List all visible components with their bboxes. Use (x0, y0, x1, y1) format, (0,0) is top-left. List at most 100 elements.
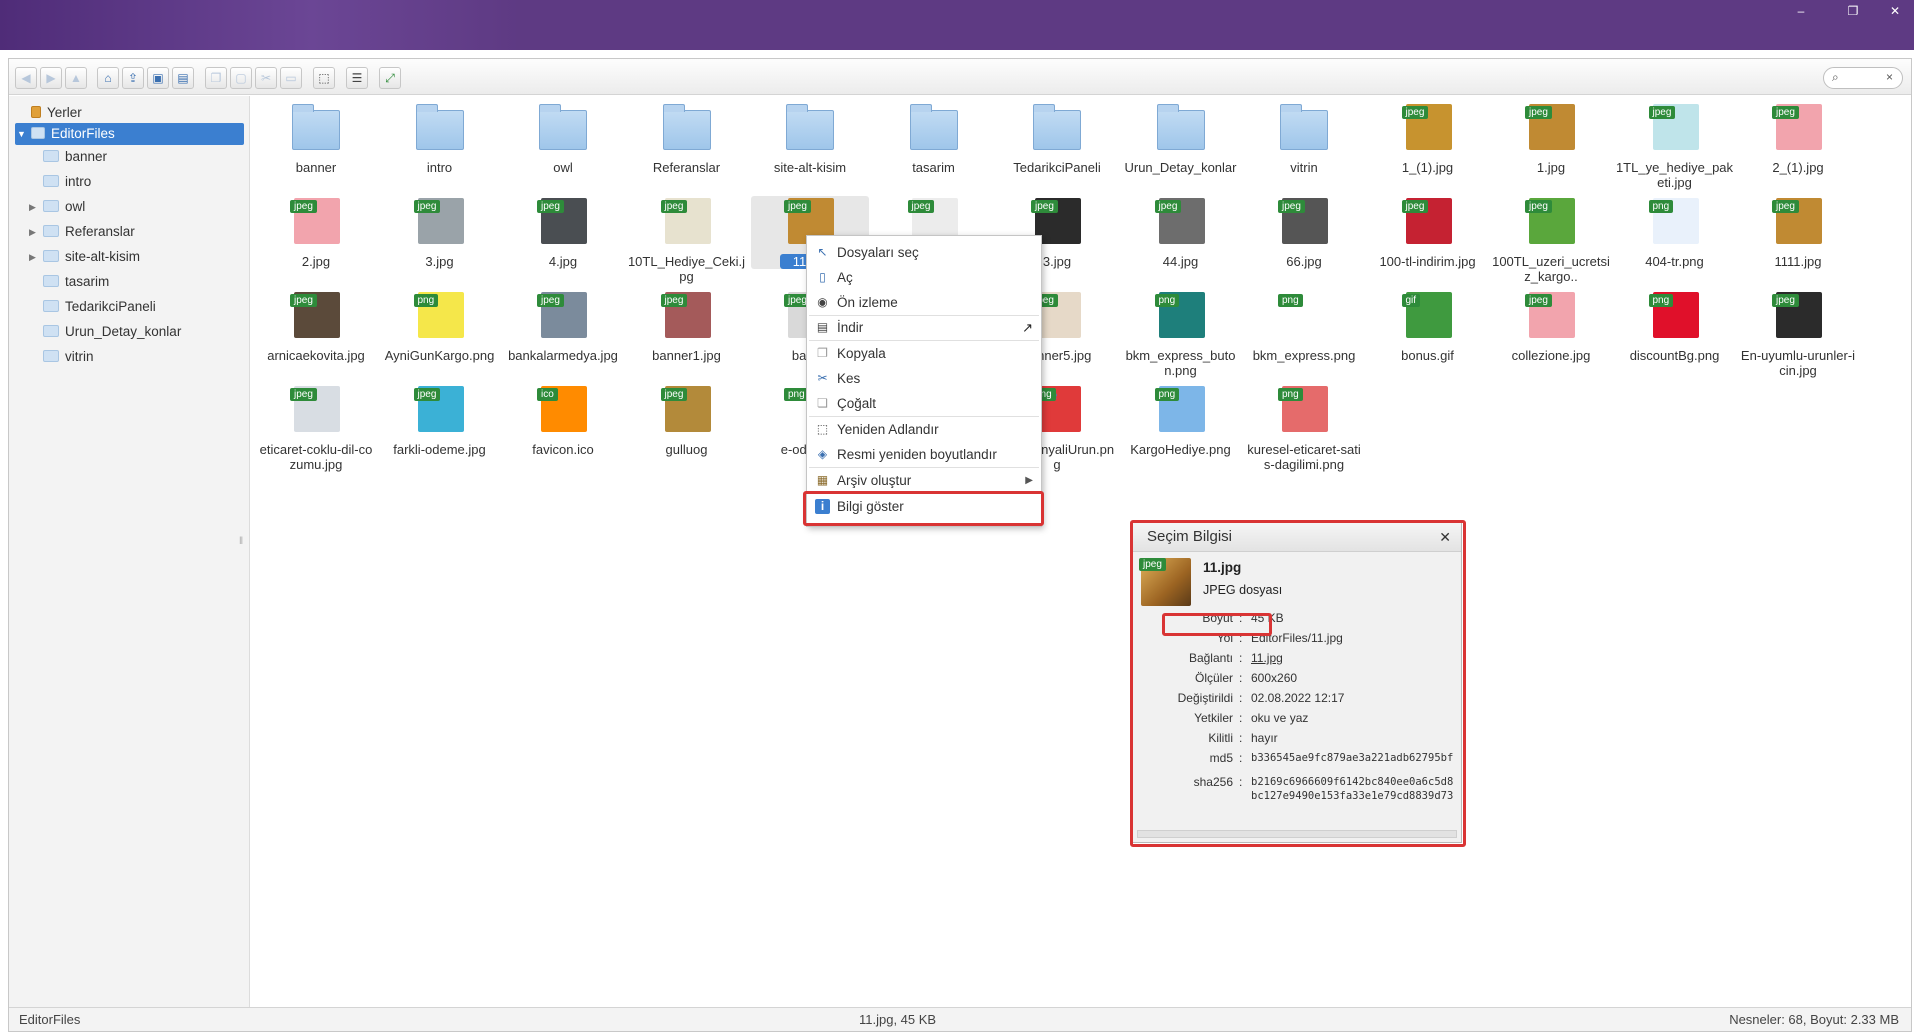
menu-item-rename[interactable]: ⬚ Yeniden Adlandır (807, 417, 1041, 442)
file-item[interactable]: jpeg collezione.jpg (1492, 290, 1610, 363)
file-item[interactable]: jpeg 10TL_Hediye_Ceki.jpg (628, 196, 746, 284)
tree-item-tedarikcipaneli[interactable]: TedarikciPaneli (43, 296, 156, 318)
forward-icon[interactable]: ▶ (40, 67, 62, 89)
splitter-handle[interactable]: ‖ (239, 536, 243, 547)
file-type-tag: jpeg (290, 200, 317, 213)
expand-icon[interactable]: ▶ (29, 246, 36, 268)
tree-item-owl[interactable]: ▶ owl (29, 196, 85, 218)
file-item[interactable]: png kuresel-eticaret-satis-dagilimi.png (1245, 384, 1363, 472)
file-item[interactable]: png discountBg.png (1616, 290, 1734, 363)
file-name-label: site-alt-kisim (773, 160, 847, 175)
tree-item-vitrin[interactable]: vitrin (43, 346, 94, 368)
file-item[interactable]: jpeg arnicaekovita.jpg (257, 290, 375, 363)
folder-item[interactable]: TedarikciPaneli (998, 102, 1116, 175)
copy-icon[interactable]: ❐ (205, 67, 227, 89)
file-item[interactable]: jpeg 3.jpg (381, 196, 499, 269)
tree-item-site-alt-kisim[interactable]: ▶ site-alt-kisim (29, 246, 140, 268)
file-item[interactable]: jpeg farkli-odeme.jpg (381, 384, 499, 457)
list-view-icon[interactable]: ☰ (346, 67, 368, 89)
tree-item-urun_detay_konlar[interactable]: Urun_Detay_konlar (43, 321, 181, 343)
file-item[interactable]: jpeg 1TL_ye_hediye_paketi.jpg (1616, 102, 1734, 190)
save-all-icon[interactable]: ▤ (172, 67, 194, 89)
folder-item[interactable]: tasarim (875, 102, 993, 175)
folder-item[interactable]: owl (504, 102, 622, 175)
file-item[interactable]: jpeg bankalarmedya.jpg (504, 290, 622, 363)
file-type-tag: jpeg (537, 200, 564, 213)
save-icon[interactable]: ▣ (147, 67, 169, 89)
file-item[interactable]: png KargoHediye.png (1122, 384, 1240, 457)
file-item[interactable]: jpeg 2.jpg (257, 196, 375, 269)
navigation-tree: Yerler ▼ EditorFiles banner intro ▶ owl ▶ Refe… (9, 96, 250, 1007)
search-icon[interactable]: ⌕ (1832, 70, 1839, 85)
duplicate-icon: ❏ (817, 396, 828, 410)
file-item[interactable]: jpeg 100-tl-indirim.jpg (1369, 196, 1487, 269)
menu-item-select-files[interactable]: ↖ Dosyaları seç (807, 240, 1041, 265)
menu-item-resize-image[interactable]: ◈ Resmi yeniden boyutlandır (807, 442, 1041, 467)
file-item[interactable]: jpeg gulluog (628, 384, 746, 457)
menu-item-download[interactable]: ▤ İndir ↗ (807, 315, 1041, 340)
file-type-tag: jpeg (290, 388, 317, 401)
top-bar-gradient (0, 0, 520, 50)
upload-icon[interactable]: ⇪ (122, 67, 144, 89)
file-item[interactable]: jpeg 44.jpg (1122, 196, 1240, 269)
info-dialog-title-bar[interactable]: Seçim Bilgisi ✕ (1133, 522, 1461, 552)
close-icon[interactable]: ✕ (1439, 522, 1451, 552)
file-item[interactable]: jpeg 1_(1).jpg (1369, 102, 1487, 175)
expand-icon[interactable]: ▼ (17, 123, 26, 145)
up-icon[interactable]: ▲ (65, 67, 87, 89)
tree-item-banner[interactable]: banner (43, 146, 107, 168)
file-item[interactable]: ico favicon.ico (504, 384, 622, 457)
folder-item[interactable]: vitrin (1245, 102, 1363, 175)
copy-doc-icon[interactable]: ▢ (230, 67, 252, 89)
folder-item[interactable]: Referanslar (628, 102, 746, 175)
search-input[interactable]: ⌕ × (1823, 67, 1903, 89)
tree-item-referanslar[interactable]: ▶ Referanslar (29, 221, 135, 243)
select-icon[interactable]: ⬚ (313, 67, 335, 89)
menu-item-cut[interactable]: ✂ Kes (807, 366, 1041, 391)
tree-item-intro[interactable]: intro (43, 171, 91, 193)
file-item[interactable]: jpeg 100TL_uzeri_ucretsiz_kargo.. (1492, 196, 1610, 284)
horizontal-scrollbar[interactable] (1137, 830, 1457, 838)
file-item[interactable]: png bkm_express.png (1245, 290, 1363, 363)
file-item[interactable]: png AyniGunKargo.png (381, 290, 499, 363)
folder-item[interactable]: Urun_Detay_konlar (1122, 102, 1240, 175)
menu-item-duplicate[interactable]: ❏ Çoğalt (807, 391, 1041, 416)
info-value[interactable]: 11.jpg (1251, 648, 1283, 668)
fullscreen-icon[interactable]: ⤢ (379, 67, 401, 89)
cut-icon[interactable]: ✂ (255, 67, 277, 89)
clear-search-icon[interactable]: × (1886, 70, 1893, 84)
paste-icon[interactable]: ▭ (280, 67, 302, 89)
file-item[interactable]: png 404-tr.png (1616, 196, 1734, 269)
tree-places[interactable]: Yerler (31, 102, 82, 124)
file-item[interactable]: jpeg En-uyumlu-urunler-icin.jpg (1739, 290, 1857, 378)
folder-item[interactable]: site-alt-kisim (751, 102, 869, 175)
menu-item-open[interactable]: ▯ Aç (807, 265, 1041, 290)
expand-icon[interactable]: ▶ (29, 196, 36, 218)
menu-item-create-archive[interactable]: ▦ Arşiv oluştur ▶ (807, 468, 1041, 493)
menu-item-show-info[interactable]: i Bilgi göster (807, 494, 1041, 519)
menu-item-preview[interactable]: ◉ Ön izleme (807, 290, 1041, 315)
tree-item-tasarim[interactable]: tasarim (43, 271, 109, 293)
back-icon[interactable]: ◀ (15, 67, 37, 89)
file-item[interactable]: jpeg 1.jpg (1492, 102, 1610, 175)
file-item[interactable]: gif bonus.gif (1369, 290, 1487, 363)
folder-item[interactable]: banner (257, 102, 375, 175)
file-item[interactable]: jpeg 4.jpg (504, 196, 622, 269)
file-item[interactable]: jpeg eticaret-coklu-dil-cozumu.jpg (257, 384, 375, 472)
resize-icon: ◈ (817, 447, 828, 461)
folder-icon (784, 102, 836, 154)
home-icon[interactable]: ⌂ (97, 67, 119, 89)
restore-icon[interactable]: ❐ (1842, 4, 1864, 18)
close-icon[interactable]: ✕ (1884, 4, 1906, 18)
file-item[interactable]: jpeg 2_(1).jpg (1739, 102, 1857, 175)
minimize-icon[interactable]: – (1790, 4, 1812, 18)
file-item[interactable]: jpeg 66.jpg (1245, 196, 1363, 269)
file-item[interactable]: png bkm_express_buton.png (1122, 290, 1240, 378)
info-value: 600x260 (1251, 671, 1298, 685)
file-item[interactable]: jpeg 1111.jpg (1739, 196, 1857, 269)
tree-item-editorfiles[interactable]: ▼ EditorFiles (15, 123, 244, 145)
folder-item[interactable]: intro (381, 102, 499, 175)
file-item[interactable]: jpeg banner1.jpg (628, 290, 746, 363)
menu-item-copy[interactable]: ❐ Kopyala (807, 341, 1041, 366)
expand-icon[interactable]: ▶ (29, 221, 36, 243)
